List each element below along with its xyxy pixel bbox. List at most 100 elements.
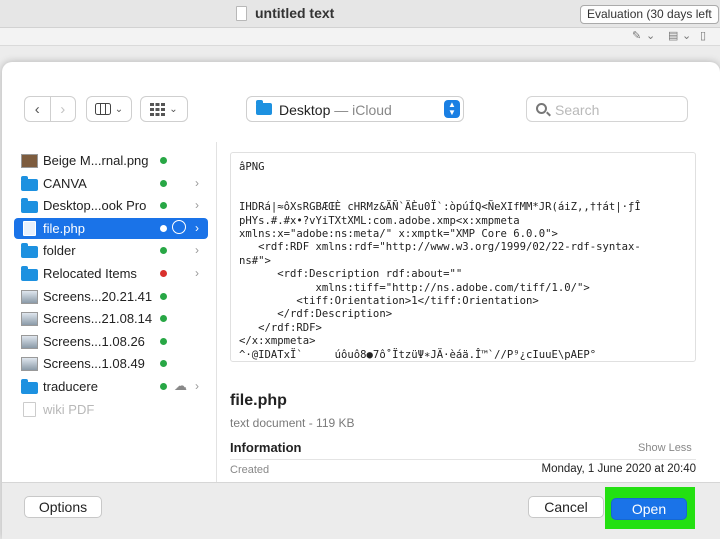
search-input[interactable] [555,101,683,118]
search-field[interactable] [526,96,688,122]
back-button[interactable]: ‹ [25,97,50,121]
forward-button[interactable]: › [51,97,76,121]
file-name-heading: file.php [230,392,287,409]
location-sub: — iCloud [330,102,392,118]
file-list-item[interactable]: Relocated Items › [14,263,208,284]
screenshot-thumbnail-icon [21,357,38,372]
grid-icon [150,102,166,116]
red-tag-dot [160,270,167,277]
created-value: Monday, 1 June 2020 at 20:40 [541,463,696,475]
file-name: folder [43,243,76,259]
green-tag-dot [160,202,167,210]
file-name: traducere [43,379,98,394]
options-button[interactable]: Options [24,496,102,518]
file-name: CANVA [43,175,87,191]
location-name: Desktop [279,102,331,118]
folder-icon [21,198,38,214]
window-titlebar: untitled text Evaluation (30 days left [0,0,720,28]
file-list-item[interactable]: wiki PDF [14,399,208,420]
document-icon [23,401,36,417]
show-less-link[interactable]: Show Less [638,442,692,454]
file-name: file.php [43,220,85,236]
green-tag-dot [160,360,167,368]
file-list-item[interactable]: file.php › [14,217,208,239]
green-tag-dot [160,157,167,164]
white-tag-dot [160,224,167,232]
screenshot-thumbnail-icon [21,312,38,327]
file-name: Relocated Items [43,266,137,281]
file-list: Beige M...rnal.png CANVA › Desktop...ook Pr… [2,142,216,482]
green-tag-dot [160,337,167,345]
green-tag-dot [160,315,167,323]
file-name: Screens...1.08.49 [43,356,145,372]
file-name: Beige M...rnal.png [43,153,149,168]
chevron-right-icon: › [195,379,199,393]
up-down-stepper-icon: ▲ ▼ [444,100,460,118]
folder-icon [21,379,38,394]
file-preview: âPNG IHDRá|≈ôXsRGBÆŒÈ cHRMz&ÄÑ`ÄÈu0Ï`:òp… [230,152,696,362]
file-list-item[interactable]: Beige M...rnal.png [14,150,208,171]
document-icon[interactable]: ▯ [700,29,706,42]
green-tag-dot [160,383,167,390]
chevron-left-icon: ‹ [34,100,40,118]
chevron-right-icon: › [195,243,199,258]
chevron-right-icon: › [60,100,66,118]
cloud-icon[interactable]: ☁ [174,378,187,394]
folder-icon [21,266,38,281]
open-file-dialog: ‹ › ⌄ ⌄ Desktop — iCloud ▲▼ Beige M...rn… [2,62,720,539]
dialog-footer: Options Cancel Open [2,482,720,539]
chevron-down-icon: ⌄ [114,103,124,115]
folder-icon [21,243,38,259]
view-mode-button[interactable]: ⌄ [86,96,132,122]
pen-icon[interactable]: ✎ [632,29,641,42]
editor-toolbar: ✎ ⌄ ▤ ⌄ ▯ [0,28,720,46]
screenshot-thumbnail-icon [21,334,38,349]
file-name: Screens...1.08.26 [43,333,145,349]
green-tag-dot [160,292,167,300]
cancel-button[interactable]: Cancel [528,496,604,518]
chevron-down-icon[interactable]: ⌄ [646,29,655,42]
chevron-right-icon: › [195,175,199,190]
image-thumbnail-icon [21,154,38,168]
file-list-item[interactable]: Screens...21.08.14 [14,308,208,329]
file-name: wiki PDF [43,401,95,417]
chevron-right-icon: › [195,266,199,280]
file-kind: text document - 119 KB [230,416,355,430]
document-icon [236,6,247,21]
chevron-right-icon: › [195,220,199,235]
search-icon [536,103,547,114]
information-heading: Information [230,440,302,455]
file-name: Screens...21.08.14 [43,311,153,327]
open-button[interactable]: Open [611,498,687,520]
divider [230,459,696,460]
evaluation-badge[interactable]: Evaluation (30 days left [580,5,719,24]
history-navigation: ‹ › [24,96,76,122]
chevron-down-icon: ⌄ [169,103,178,115]
window-title: untitled text [255,5,335,21]
green-tag-dot [160,179,167,187]
sync-status-icon [172,219,186,234]
file-name: Screens...20.21.41 [43,288,153,304]
columns-view-icon [94,103,111,115]
document-icon [23,220,36,236]
file-list-item[interactable]: CANVA › [14,173,208,194]
file-list-item[interactable]: traducere ☁ › [14,376,208,397]
file-list-item[interactable]: Screens...1.08.49 [14,353,208,374]
chevron-right-icon: › [195,198,199,213]
location-select[interactable]: Desktop — iCloud ▲ ▼ [246,96,464,122]
file-list-item[interactable]: folder › [14,240,208,261]
column-divider[interactable] [216,142,217,482]
created-label: Created [230,464,270,476]
screenshot-thumbnail-icon [21,289,38,304]
page-icon[interactable]: ▤ [668,29,678,42]
file-name: Desktop...ook Pro [43,198,147,214]
preview-content: âPNG IHDRá|≈ôXsRGBÆŒÈ cHRMz&ÄÑ`ÄÈu0Ï`:òp… [239,161,641,361]
chevron-down-icon[interactable]: ⌄ [682,29,691,42]
group-by-button[interactable]: ⌄ [140,96,188,122]
folder-icon [21,175,38,191]
file-list-item[interactable]: Desktop...ook Pro › [14,195,208,216]
file-list-item[interactable]: Screens...20.21.41 [14,286,208,307]
green-tag-dot [160,247,167,255]
folder-icon [256,100,272,115]
file-list-item[interactable]: Screens...1.08.26 [14,331,208,352]
